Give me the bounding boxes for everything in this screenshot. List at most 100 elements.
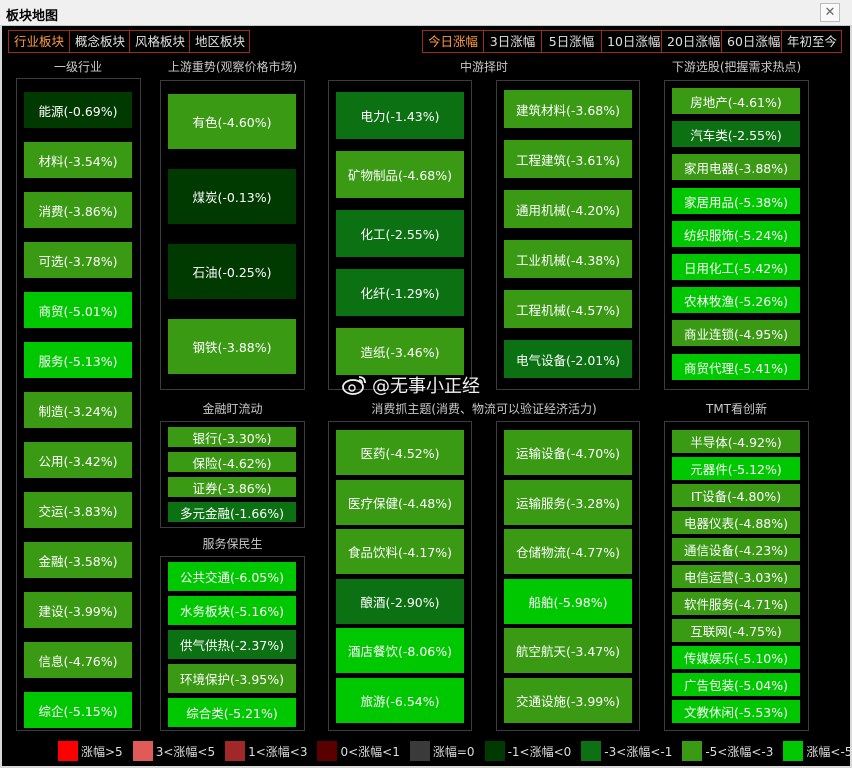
sector-tile[interactable]: 食品饮料(-4.17%): [336, 529, 464, 574]
sector-tile[interactable]: 商业连锁(-4.95%): [672, 320, 800, 346]
sector-tile[interactable]: 家居用品(-5.38%): [672, 188, 800, 214]
sector-tile[interactable]: 钢铁(-3.88%): [168, 319, 296, 374]
legend-label: 3<涨幅<5: [155, 744, 216, 759]
sector-tile[interactable]: 保险(-4.62%): [168, 452, 296, 472]
legend-swatch: [225, 741, 246, 761]
sector-tile[interactable]: 医疗保健(-4.48%): [336, 480, 464, 525]
tab-category-3[interactable]: 地区板块: [189, 31, 249, 52]
sector-tile[interactable]: 农林牧渔(-5.26%): [672, 287, 800, 313]
category-tabs: 行业板块 概念板块 风格板块 地区板块: [8, 30, 250, 53]
sector-tile[interactable]: 综企(-5.15%): [24, 692, 132, 728]
legend-item: 3<涨幅<5: [132, 741, 216, 761]
sector-tile[interactable]: 化工(-2.55%): [336, 210, 464, 257]
sector-tile[interactable]: 电器仪表(-4.88%): [672, 511, 800, 534]
tab-period-5[interactable]: 60日涨幅: [721, 31, 781, 52]
legend-item: 涨幅=0: [409, 741, 475, 761]
sector-tile[interactable]: 医药(-4.52%): [336, 430, 464, 475]
sector-tile[interactable]: 家用电器(-3.88%): [672, 154, 800, 180]
close-icon[interactable]: ✕: [820, 3, 840, 22]
sector-tile[interactable]: 工业机械(-4.38%): [504, 240, 632, 278]
sector-tile[interactable]: 可选(-3.78%): [24, 242, 132, 278]
tab-period-2[interactable]: 5日涨幅: [541, 31, 601, 52]
legend-swatch: [484, 741, 505, 761]
sector-tile[interactable]: 传媒娱乐(-5.10%): [672, 646, 800, 669]
sector-tile[interactable]: 造纸(-3.46%): [336, 328, 464, 375]
sector-tile[interactable]: IT设备(-4.80%): [672, 484, 800, 507]
sector-tile[interactable]: 综合类(-5.21%): [168, 698, 296, 727]
sector-tile[interactable]: 有色(-4.60%): [168, 94, 296, 149]
sector-tile[interactable]: 材料(-3.54%): [24, 142, 132, 178]
sector-tile[interactable]: 银行(-3.30%): [168, 427, 296, 447]
sector-tile[interactable]: 航空航天(-3.47%): [504, 628, 632, 673]
sector-tile[interactable]: 纺织服饰(-5.24%): [672, 221, 800, 247]
sector-tile[interactable]: 电气设备(-2.01%): [504, 340, 632, 378]
tab-period-0[interactable]: 今日涨幅: [423, 31, 483, 52]
sector-tile[interactable]: 水务板块(-5.16%): [168, 596, 296, 625]
board-map-app: 板块地图 ✕ 行业板块 概念板块 风格板块 地区板块 今日涨幅 3日涨幅 5日涨幅 10日涨…: [0, 0, 852, 768]
sector-tile[interactable]: 工程机械(-4.57%): [504, 290, 632, 328]
sector-tile[interactable]: 信息(-4.76%): [24, 642, 132, 678]
sector-tile[interactable]: 广告包装(-5.04%): [672, 673, 800, 696]
legend-item: -3<涨幅<-1: [581, 741, 672, 761]
tab-period-6[interactable]: 年初至今: [781, 31, 841, 52]
tab-period-3[interactable]: 10日涨幅: [601, 31, 661, 52]
sector-tile[interactable]: 供气供热(-2.37%): [168, 630, 296, 659]
section-title-upstream: 上游重势(观察价格市场): [167, 60, 298, 74]
sector-tile[interactable]: 矿物制品(-4.68%): [336, 151, 464, 198]
sector-tile[interactable]: 制造(-3.24%): [24, 392, 132, 428]
sector-tile[interactable]: 软件服务(-4.71%): [672, 592, 800, 615]
sector-tile[interactable]: 建设(-3.99%): [24, 592, 132, 628]
sector-tile[interactable]: 商贸代理(-5.41%): [672, 354, 800, 380]
sector-tile[interactable]: 商贸(-5.01%): [24, 292, 132, 328]
weibo-icon: [342, 376, 366, 395]
tab-period-4[interactable]: 20日涨幅: [661, 31, 721, 52]
sector-tile[interactable]: 交运(-3.83%): [24, 492, 132, 528]
legend-label: 涨幅>5: [81, 744, 123, 759]
sector-tile[interactable]: 服务(-5.13%): [24, 342, 132, 378]
sector-tile[interactable]: 多元金融(-1.66%): [168, 502, 296, 522]
sector-tile[interactable]: 船舶(-5.98%): [504, 579, 632, 624]
sector-tile[interactable]: 酒店餐饮(-8.06%): [336, 628, 464, 673]
sector-tile[interactable]: 公用(-3.42%): [24, 442, 132, 478]
section-title-mid_a: 中游择时: [459, 60, 508, 74]
sector-tile[interactable]: 工程建筑(-3.61%): [504, 140, 632, 178]
legend-label: -3<涨幅<-1: [604, 744, 673, 759]
legend-swatch: [58, 741, 78, 761]
sector-tile[interactable]: 元器件(-5.12%): [672, 457, 800, 480]
sector-tile[interactable]: 旅游(-6.54%): [336, 678, 464, 723]
sector-tile[interactable]: 通信设备(-4.23%): [672, 538, 800, 561]
tab-period-1[interactable]: 3日涨幅: [483, 31, 541, 52]
sector-tile[interactable]: 金融(-3.58%): [24, 542, 132, 578]
legend-label: -5<涨幅<-3: [705, 744, 774, 759]
sector-tile[interactable]: 化纤(-1.29%): [336, 269, 464, 316]
sector-tile[interactable]: 交通设施(-3.99%): [504, 678, 632, 723]
sector-tile[interactable]: 建筑材料(-3.68%): [504, 90, 632, 128]
sector-tile[interactable]: 汽车类(-2.55%): [672, 121, 800, 147]
legend-swatch: [581, 741, 602, 761]
sector-tile[interactable]: 房地产(-4.61%): [672, 88, 800, 114]
sector-tile[interactable]: 日用化工(-5.42%): [672, 254, 800, 280]
tab-category-1[interactable]: 概念板块: [69, 31, 129, 52]
sector-tile[interactable]: 公共交通(-6.05%): [168, 562, 296, 591]
tab-category-0[interactable]: 行业板块: [9, 31, 69, 52]
sector-tile[interactable]: 酿酒(-2.90%): [336, 579, 464, 624]
sector-tile[interactable]: 运输服务(-3.28%): [504, 480, 632, 525]
sector-tile[interactable]: 煤炭(-0.13%): [168, 169, 296, 224]
legend-item: 1<涨幅<3: [225, 741, 307, 761]
sector-tile[interactable]: 仓储物流(-4.77%): [504, 529, 632, 574]
sector-tile[interactable]: 通用机械(-4.20%): [504, 190, 632, 228]
sector-tile[interactable]: 文教休闲(-5.53%): [672, 700, 800, 723]
tab-category-2[interactable]: 风格板块: [129, 31, 189, 52]
sector-tile[interactable]: 石油(-0.25%): [168, 244, 296, 299]
sector-tile[interactable]: 运输设备(-4.70%): [504, 430, 632, 475]
sector-tile[interactable]: 半导体(-4.92%): [672, 430, 800, 453]
sector-tile[interactable]: 电信运营(-3.03%): [672, 565, 800, 588]
sector-tile[interactable]: 能源(-0.69%): [24, 92, 132, 128]
sector-tile[interactable]: 证券(-3.86%): [168, 477, 296, 497]
legend-swatch: [682, 741, 703, 761]
sector-tile[interactable]: 互联网(-4.75%): [672, 619, 800, 642]
period-tabs: 今日涨幅 3日涨幅 5日涨幅 10日涨幅 20日涨幅 60日涨幅 年初至今: [422, 30, 842, 53]
sector-tile[interactable]: 电力(-1.43%): [336, 92, 464, 139]
sector-tile[interactable]: 消费(-3.86%): [24, 192, 132, 228]
sector-tile[interactable]: 环境保护(-3.95%): [168, 664, 296, 693]
